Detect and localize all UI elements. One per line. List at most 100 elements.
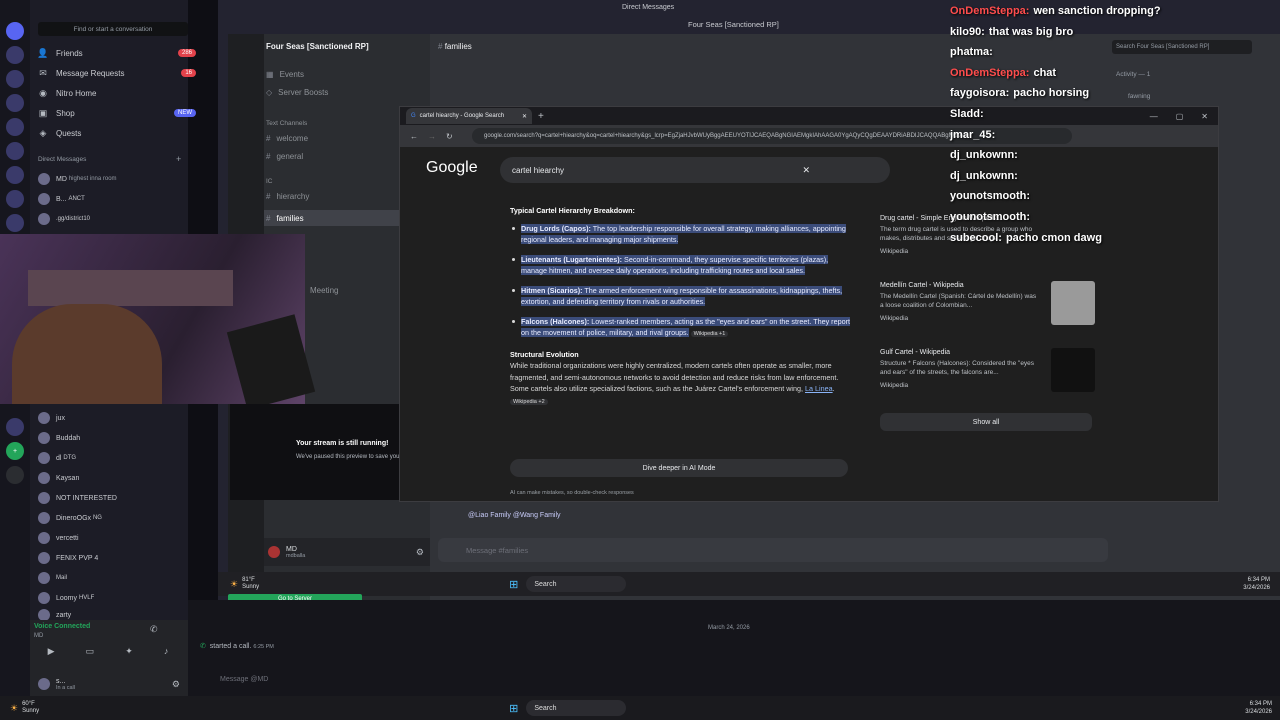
ai-disclaimer: AI can make mistakes, so double-check re… (510, 490, 634, 496)
avatar (38, 412, 50, 424)
chat-message: kilo90: that was big bro (950, 26, 1073, 38)
ai-mode-button[interactable]: Dive deeper in AI Mode (510, 459, 848, 477)
message-input[interactable]: Message #families (438, 538, 1108, 562)
sidebar-item-quests[interactable]: ◈ Quests (38, 124, 208, 142)
server-icon[interactable] (6, 118, 24, 136)
ai-overview: Typical Cartel Hierarchy Breakdown: Drug… (510, 205, 850, 408)
channel-meeting[interactable]: Meeting (310, 286, 338, 295)
show-all-button[interactable]: Show all (880, 413, 1092, 431)
browser-window: Gcartel hiearchy - Google Search ✕ + — ▢ ✕ … (399, 106, 1219, 502)
taskbar-search[interactable]: Search (526, 700, 627, 716)
chat-message: dj_unkownn: (950, 149, 1022, 161)
server-icon[interactable] (6, 46, 24, 64)
inbox-icon: ✉ (39, 67, 47, 78)
list-item[interactable]: NOT INTERESTED (38, 489, 213, 507)
server-name[interactable]: Four Seas [Sanctioned RP] (266, 42, 369, 51)
la-linea-link[interactable]: La Linea (805, 384, 833, 393)
source-chip[interactable]: Wikipedia +2 (510, 398, 548, 405)
activity-user[interactable]: fawning (1128, 93, 1150, 100)
clear-icon[interactable]: ✕ (802, 165, 810, 176)
channel-welcome[interactable]: # welcome (266, 134, 308, 143)
server-icon[interactable] (6, 142, 24, 160)
server-icon[interactable] (6, 166, 24, 184)
nitro-icon: ◉ (39, 87, 47, 98)
boost-icon: ◇ (266, 88, 273, 97)
ai-subheading: Structural Evolution (510, 349, 579, 359)
dm-item[interactable]: B... ANCT (38, 190, 213, 208)
close-icon[interactable]: ✕ (1201, 112, 1208, 121)
source-card[interactable]: Gulf Cartel - Wikipedia Structure * Falco… (880, 348, 1095, 392)
windows-start-icon[interactable]: ⊞ (509, 702, 518, 715)
close-tab-icon[interactable]: ✕ (522, 113, 527, 120)
list-item[interactable]: vercetti (38, 529, 213, 547)
server-icon[interactable] (6, 214, 24, 232)
voice-controls: ▶ ▭ ✦ ♪ (32, 646, 184, 662)
sidebar-item-nitro[interactable]: ◉ Nitro Home (38, 84, 208, 102)
add-server-icon[interactable]: + (6, 442, 24, 460)
maximize-icon[interactable]: ▢ (1176, 112, 1184, 121)
stream-preview: Your stream is still running! We've paus… (230, 404, 408, 500)
windows-start-icon[interactable]: ⊞ (509, 578, 518, 591)
dm-message-input[interactable]: Message @MD (200, 670, 1280, 688)
dm-item[interactable]: MD highest inna room (38, 170, 213, 188)
camera-icon[interactable]: ▶ (48, 646, 55, 662)
server-icon[interactable] (6, 190, 24, 208)
chat-text: pacho cmon dawg (1005, 231, 1102, 244)
sidebar-item-shop[interactable]: ▣ Shop NEW (38, 104, 208, 122)
taskbar-search[interactable]: Search (526, 576, 627, 592)
list-item: Falcons (Halcones): Lowest-ranked member… (510, 316, 850, 341)
chat-username: younotsmooth: (950, 211, 1031, 223)
soundboard-icon[interactable]: ♪ (164, 646, 169, 662)
list-item[interactable]: Mail (38, 569, 213, 587)
disconnect-icon[interactable]: ✆ (150, 624, 158, 635)
source-card[interactable]: Medellín Cartel - Wikipedia The Medellín … (880, 281, 1095, 325)
inner-window-title: Four Seas [Sanctioned RP] (688, 20, 779, 29)
avatar[interactable] (38, 678, 50, 690)
list-item[interactable]: Buddah (38, 429, 213, 447)
screen-share-icon[interactable]: ▭ (86, 646, 95, 662)
chat-text: that was big bro (988, 25, 1074, 38)
server-icon[interactable] (6, 418, 24, 436)
list-item[interactable]: Kaysan (38, 469, 213, 487)
activity-icon[interactable]: ✦ (125, 646, 133, 662)
settings-icon[interactable]: ⚙ (416, 547, 424, 558)
forward-icon[interactable]: → (428, 132, 436, 141)
channel-families[interactable]: # families (264, 210, 414, 226)
server-icon[interactable] (6, 70, 24, 88)
new-tab-icon[interactable]: + (538, 111, 544, 122)
search-input[interactable]: Find or start a conversation (38, 22, 188, 36)
list-item[interactable]: FENIX PVP 4 (38, 549, 213, 567)
boosts-link[interactable]: ◇ Server Boosts (266, 88, 328, 97)
category-label[interactable]: IC (266, 178, 273, 185)
avatar[interactable] (268, 546, 280, 558)
server-icon[interactable] (6, 94, 24, 112)
sidebar-item-friends[interactable]: 👤 Friends 286 (37, 44, 208, 62)
url-bar: ← → ↻ google.com/search?q=cartel+hiearch… (400, 125, 1218, 147)
source-chip[interactable]: Wikipedia +1 (690, 331, 729, 337)
discover-icon[interactable] (6, 466, 24, 484)
list-item[interactable]: dl DTG (38, 449, 213, 467)
browser-tab[interactable]: Gcartel hiearchy - Google Search ✕ (406, 108, 532, 124)
channel-hierarchy[interactable]: # hierarchy (266, 192, 309, 201)
minimize-icon[interactable]: — (1150, 112, 1158, 121)
settings-icon[interactable]: ⚙ (172, 679, 180, 690)
search-input[interactable]: cartel hiearchy ✕ (500, 157, 890, 183)
sidebar-item-message-requests[interactable]: ✉ Message Requests 16 (38, 64, 208, 82)
chat-username: Sladd: (950, 108, 984, 120)
channel-general[interactable]: # general (266, 152, 303, 161)
list-item[interactable]: Loomy HVLF (38, 589, 213, 607)
list-item[interactable]: jux (38, 409, 213, 427)
events-link[interactable]: ▦ Events (266, 70, 304, 79)
add-dm-icon[interactable]: + (176, 154, 181, 164)
back-icon[interactable]: ← (410, 132, 418, 141)
server-search-input[interactable]: Search Four Seas [Sanctioned RP] (1112, 40, 1252, 54)
dm-item[interactable]: .gg/district10 (38, 210, 213, 228)
home-icon[interactable] (6, 22, 24, 40)
weather-widget[interactable]: ☀ 81°F Sunny (230, 577, 259, 591)
weather-widget[interactable]: ☀ 60°F Sunny (10, 701, 39, 715)
avatar (38, 193, 50, 205)
list-item[interactable]: DineroOGx NG (38, 509, 213, 527)
google-logo[interactable]: Google (426, 159, 478, 177)
category-label[interactable]: Text Channels (266, 120, 307, 127)
reload-icon[interactable]: ↻ (446, 132, 453, 141)
